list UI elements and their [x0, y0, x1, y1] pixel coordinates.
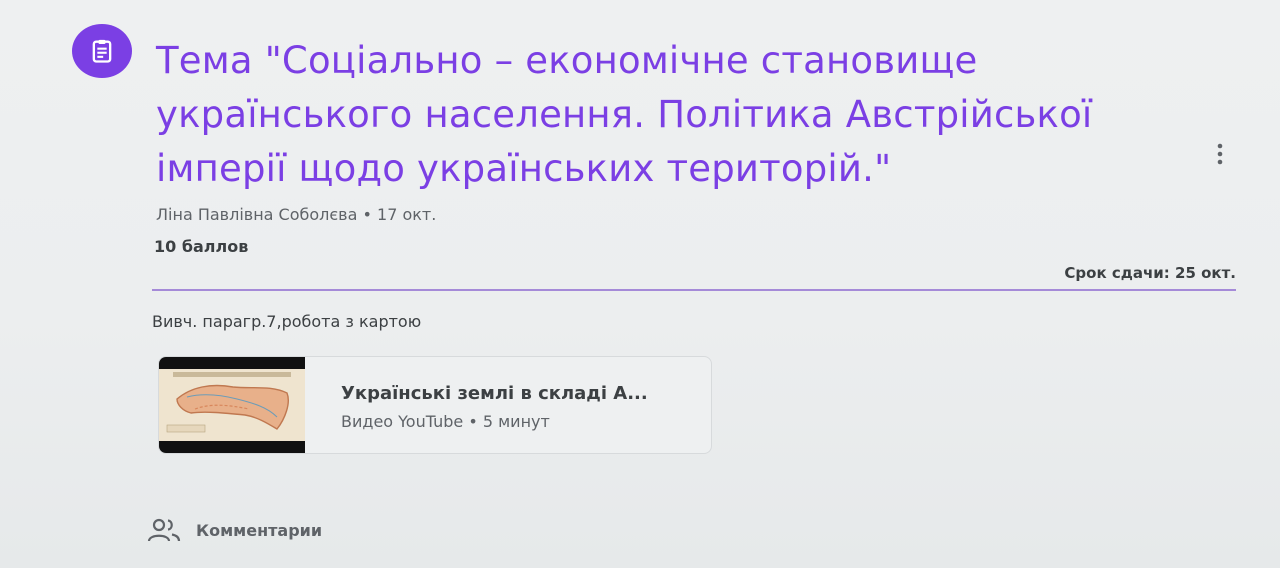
- attachment-separator: •: [468, 412, 478, 431]
- attachment-subtitle: Видео YouTube • 5 минут: [341, 412, 550, 431]
- post-date: 17 окт.: [377, 205, 437, 224]
- assignment-meta: Ліна Павлівна Соболєва • 17 окт.: [156, 205, 436, 224]
- due-date: Срок сдачи: 25 окт.: [1064, 264, 1236, 282]
- author-name: Ліна Павлівна Соболєва: [156, 205, 358, 224]
- people-icon: [147, 518, 181, 542]
- youtube-attachment-card[interactable]: Українські землі в складі А... Видео You…: [158, 356, 712, 454]
- map-image: [159, 369, 305, 441]
- clipboard-icon: [92, 39, 112, 63]
- attachment-duration: 5 минут: [482, 412, 550, 431]
- header-divider: [152, 289, 1236, 291]
- assignment-instructions: Вивч. парагр.7,робота з картою: [152, 312, 422, 331]
- comments-label: Комментарии: [196, 520, 323, 540]
- more-options-button[interactable]: [1206, 136, 1234, 172]
- map-thumbnail-image: [159, 369, 305, 441]
- comments-button[interactable]: Комментарии: [146, 517, 322, 543]
- assignment-title: Тема "Соціально – економічне становище у…: [156, 39, 1093, 190]
- meta-separator: •: [362, 205, 372, 224]
- assignment-page: Тема "Соціально – економічне становище у…: [0, 0, 1280, 568]
- more-vert-icon: [1217, 143, 1223, 165]
- assignment-icon: [72, 24, 132, 78]
- attachment-type: Видео YouTube: [341, 412, 464, 431]
- video-thumbnail[interactable]: [159, 357, 305, 453]
- points-label: 10 баллов: [154, 237, 249, 256]
- attachment-title[interactable]: Українські землі в складі А...: [341, 383, 648, 404]
